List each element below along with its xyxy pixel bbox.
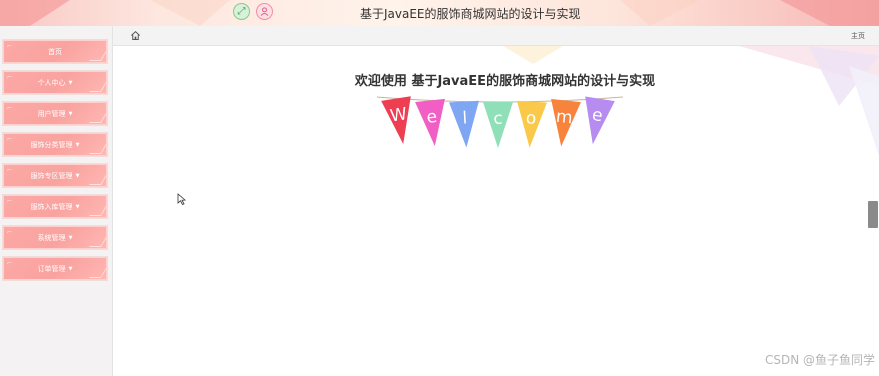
sidebar: ⌐ 首页 ⌐ 个人中心 ▼ ⌐ 用户管理 ▼ ⌐ 服饰分类管理 ▼ ⌐ 服饰专区… (0, 26, 113, 376)
sidebar-item-label: 用户管理 (37, 109, 66, 118)
site-title: 基于JavaEE的服饰商城网站的设计与实现 (360, 7, 581, 21)
ribbon-icon: ⌐ (7, 105, 13, 112)
breadcrumb-home-link[interactable]: 主页 (851, 31, 865, 41)
sidebar-item-personal-center[interactable]: ⌐ 个人中心 ▼ (3, 71, 107, 94)
bunting-flag: l (449, 100, 479, 148)
chevron-down-icon: ▼ (75, 172, 80, 179)
bunting-flag: W (381, 96, 411, 144)
background-decoration-left (503, 46, 563, 64)
background-decoration (739, 46, 879, 156)
chevron-down-icon: ▼ (68, 79, 73, 86)
corner-decoration (89, 206, 106, 216)
corner-decoration (89, 175, 106, 185)
bunting-letter: c (493, 109, 502, 129)
sidebar-item-stock-in-management[interactable]: ⌐ 服饰入库管理 ▼ (3, 195, 107, 218)
user-icon[interactable] (256, 3, 273, 20)
sidebar-item-label: 订单管理 (37, 264, 66, 273)
bunting-flag: m (551, 99, 581, 147)
sidebar-item-label: 服饰入库管理 (30, 202, 73, 211)
chevron-down-icon: ▼ (75, 141, 80, 148)
breadcrumb: 主页 (113, 26, 879, 46)
sidebar-item-label: 系统管理 (37, 233, 66, 242)
chevron-down-icon: ▼ (68, 234, 73, 241)
corner-decoration (89, 51, 106, 61)
bunting-letter: W (389, 104, 409, 126)
bunting-letter: e (426, 107, 439, 128)
chevron-down-icon: ▼ (68, 110, 73, 117)
sidebar-item-order-management[interactable]: ⌐ 订单管理 ▼ (3, 257, 107, 280)
chevron-down-icon: ▼ (68, 265, 73, 272)
home-icon[interactable] (130, 30, 141, 41)
bunting-flag: o (517, 100, 547, 148)
corner-decoration (89, 268, 106, 278)
sidebar-item-system-management[interactable]: ⌐ 系统管理 ▼ (3, 226, 107, 249)
top-bar: ⤢ 基于JavaEE的服饰商城网站的设计与实现 (0, 0, 879, 26)
sidebar-item-label: 个人中心 (37, 78, 66, 87)
bunting-flag: e (585, 96, 615, 145)
sidebar-item-zone-management[interactable]: ⌐ 服饰专区管理 ▼ (3, 164, 107, 187)
welcome-bunting: Welcome (376, 96, 624, 148)
bunting-letter: m (555, 107, 574, 129)
ribbon-icon: ⌐ (7, 229, 13, 236)
watermark: CSDN @鱼子鱼同学 (764, 353, 875, 367)
main-content: 欢迎使用 基于JavaEE的服饰商城网站的设计与实现 Welcome (113, 46, 879, 376)
chevron-down-icon: ▼ (75, 203, 80, 210)
ribbon-icon: ⌐ (7, 43, 13, 50)
bunting-flag: e (415, 98, 445, 147)
ribbon-icon: ⌐ (7, 198, 13, 205)
sidebar-item-category-management[interactable]: ⌐ 服饰分类管理 ▼ (3, 133, 107, 156)
sidebar-item-label: 首页 (48, 47, 62, 56)
mouse-cursor-icon (177, 190, 187, 209)
bunting-flag: c (483, 101, 513, 148)
sidebar-item-label: 服饰专区管理 (30, 171, 73, 180)
corner-decoration (89, 237, 106, 247)
sidebar-item-label: 服饰分类管理 (30, 140, 73, 149)
ribbon-icon: ⌐ (7, 74, 13, 81)
corner-decoration (89, 82, 106, 92)
sidebar-item-user-management[interactable]: ⌐ 用户管理 ▼ (3, 102, 107, 125)
ribbon-icon: ⌐ (7, 167, 13, 174)
scrollbar-thumb[interactable] (868, 201, 878, 228)
sidebar-item-home[interactable]: ⌐ 首页 (3, 40, 107, 63)
ribbon-icon: ⌐ (7, 260, 13, 267)
corner-decoration (89, 113, 106, 123)
fullscreen-icon[interactable]: ⤢ (233, 3, 250, 20)
corner-decoration (89, 144, 106, 154)
ribbon-icon: ⌐ (7, 136, 13, 143)
welcome-title: 欢迎使用 基于JavaEE的服饰商城网站的设计与实现 (354, 74, 656, 89)
bunting-letter: o (525, 108, 536, 129)
